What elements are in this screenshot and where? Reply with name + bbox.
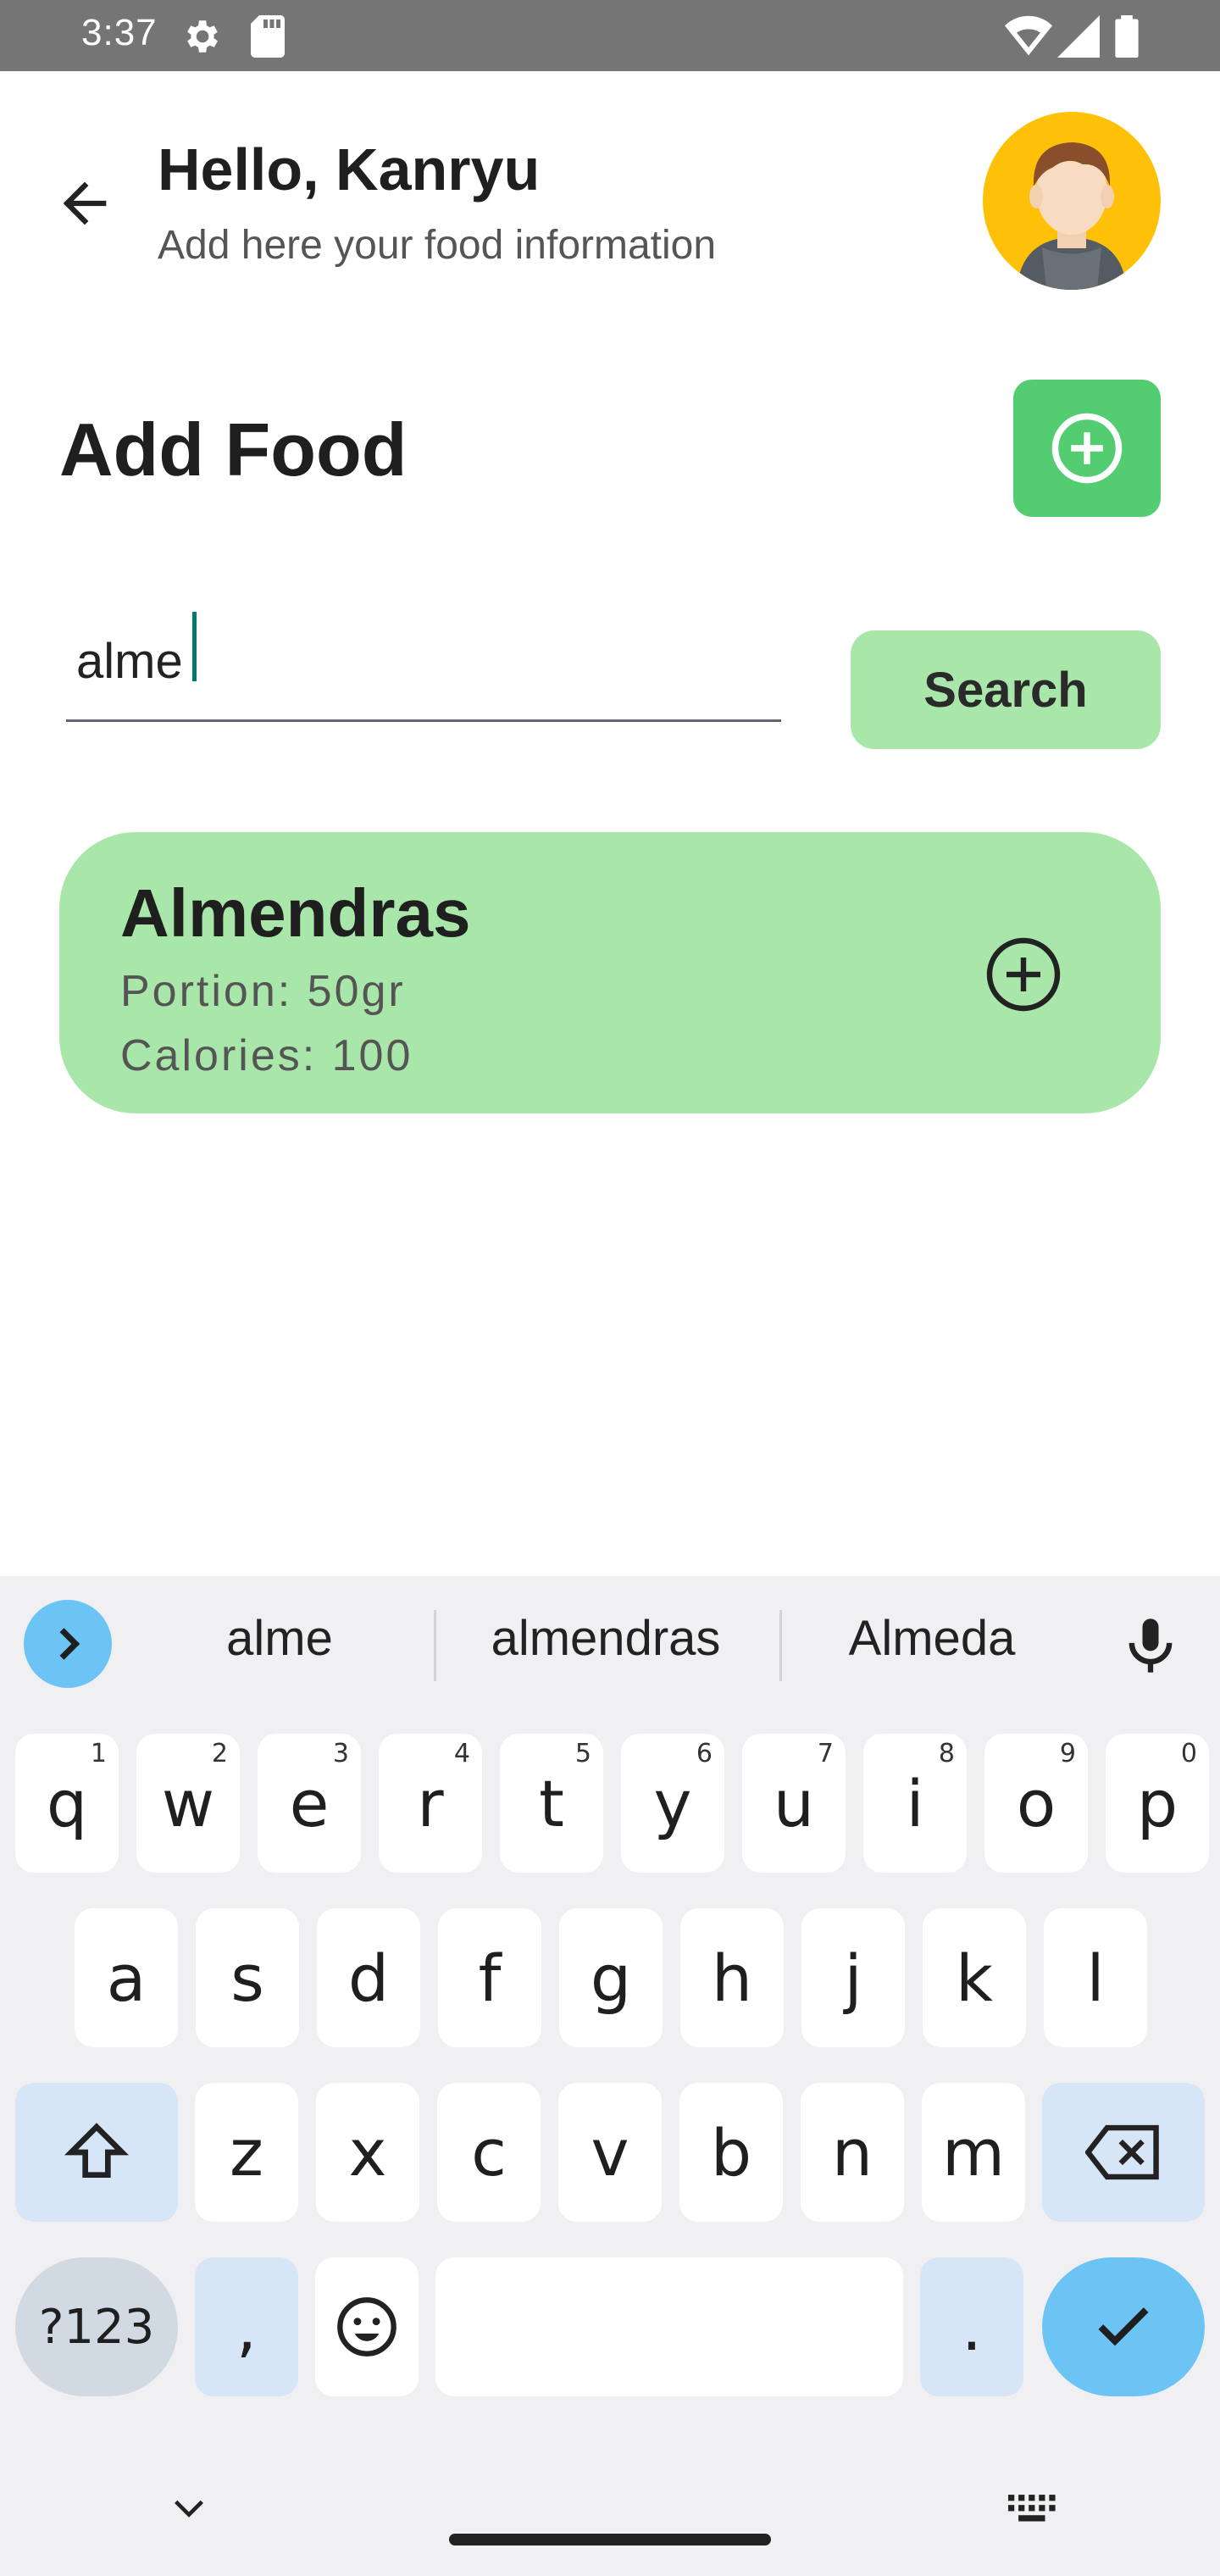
battery-icon [1115,15,1139,62]
key-i[interactable]: i8 [863,1734,967,1873]
key-hint: 4 [453,1739,470,1768]
divider [779,1610,782,1681]
key-label: y [653,1765,692,1841]
key-u[interactable]: u7 [742,1734,846,1873]
food-portion: Portion: 50gr [120,967,406,1016]
key-p[interactable]: p0 [1106,1734,1209,1873]
greeting-subtitle: Add here your food information [158,223,717,268]
suggestion-1[interactable]: alme [152,1610,407,1667]
avatar[interactable] [983,112,1161,290]
key-o[interactable]: o9 [984,1734,1088,1873]
key-hint: 6 [696,1739,713,1768]
key-c[interactable]: c [437,2083,541,2222]
suggestion-3[interactable]: Almeda [796,1610,1068,1667]
key-s[interactable]: s [196,1908,299,2047]
hide-keyboard-button[interactable] [169,2491,208,2529]
chevron-right-icon [59,1628,80,1660]
key-label: t [539,1765,564,1841]
key-hint: 5 [574,1739,591,1768]
food-result-card[interactable]: Almendras Portion: 50gr Calories: 100 [59,832,1161,1113]
status-bar: 3:37 [0,0,1220,71]
key-hint: 9 [1059,1739,1076,1768]
backspace-icon [1085,2124,1159,2180]
key-d[interactable]: d [317,1908,420,2047]
key-hint: 3 [332,1739,349,1768]
arrow-back-icon [63,181,107,225]
key-w[interactable]: w2 [136,1734,240,1873]
back-button[interactable] [51,169,119,237]
key-e[interactable]: e3 [258,1734,361,1873]
search-input[interactable] [66,597,781,722]
keyboard-icon [1008,2495,1056,2522]
key-a[interactable]: a [75,1908,178,2047]
soft-keyboard: alme almendras Almeda q1w2e3r4t5y6u7i8o9… [0,1576,1220,2576]
key-label: p [1136,1765,1178,1841]
search-button[interactable]: Search [851,630,1161,749]
expand-toolbar-button[interactable] [24,1600,112,1688]
key-r[interactable]: r4 [379,1734,482,1873]
wifi-icon [1005,15,1052,60]
key-h[interactable]: h [680,1908,784,2047]
suggestion-strip: alme almendras Almeda [0,1576,1220,1712]
key-label: u [773,1765,815,1841]
food-name: Almendras [120,875,471,951]
key-label: r [417,1765,444,1841]
shift-key[interactable] [15,2083,178,2222]
text-cursor [192,612,197,681]
comma-key[interactable]: , [195,2257,298,2396]
signal-icon [1057,15,1100,62]
keyboard-switch-button[interactable] [1008,2495,1057,2528]
key-q[interactable]: q1 [15,1734,119,1873]
home-indicator[interactable] [449,2534,771,2545]
symbols-key[interactable]: ?123 [15,2257,178,2396]
key-t[interactable]: t5 [500,1734,603,1873]
key-g[interactable]: g [559,1908,663,2047]
shift-icon [64,2123,130,2178]
key-label: o [1016,1765,1056,1841]
key-f[interactable]: f [438,1908,541,2047]
add-circle-icon [1051,413,1123,484]
suggestion-2[interactable]: almendras [449,1610,762,1667]
food-calories: Calories: 100 [120,1031,413,1080]
page-title: Add Food [59,408,408,491]
key-hint: 1 [90,1739,107,1768]
microphone-button[interactable] [1118,1613,1183,1682]
user-avatar-icon [1017,142,1127,290]
microphone-icon [1128,1618,1173,1673]
key-n[interactable]: n [801,2083,904,2222]
emoji-key[interactable] [315,2257,419,2396]
key-hint: 7 [817,1739,834,1768]
sd-card-icon [251,15,285,62]
key-label: i [906,1765,924,1841]
key-k[interactable]: k [923,1908,1026,2047]
key-j[interactable]: j [801,1908,905,2047]
greeting-title: Hello, Kanryu [158,136,541,203]
backspace-key[interactable] [1042,2083,1205,2222]
add-circle-icon [986,937,1061,1012]
key-v[interactable]: v [558,2083,662,2222]
chevron-down-icon [175,2500,203,2518]
check-icon [1098,2307,1149,2346]
key-hint: 8 [938,1739,955,1768]
key-label: q [46,1765,88,1841]
enter-key[interactable] [1042,2257,1205,2396]
key-m[interactable]: m [922,2083,1025,2222]
key-hint: 0 [1180,1739,1197,1768]
add-food-button[interactable] [1013,380,1161,517]
key-z[interactable]: z [195,2083,298,2222]
key-l[interactable]: l [1044,1908,1147,2047]
divider [434,1610,436,1681]
key-hint: 2 [211,1739,228,1768]
key-y[interactable]: y6 [621,1734,724,1873]
period-key[interactable]: . [920,2257,1023,2396]
add-food-item-button[interactable] [983,934,1064,1015]
key-b[interactable]: b [679,2083,783,2222]
settings-icon [180,15,222,62]
key-label: e [289,1765,330,1841]
key-x[interactable]: x [316,2083,419,2222]
status-time: 3:37 [81,12,158,53]
space-key[interactable] [435,2257,903,2396]
key-label: w [161,1765,215,1841]
emoji-icon [337,2297,396,2357]
